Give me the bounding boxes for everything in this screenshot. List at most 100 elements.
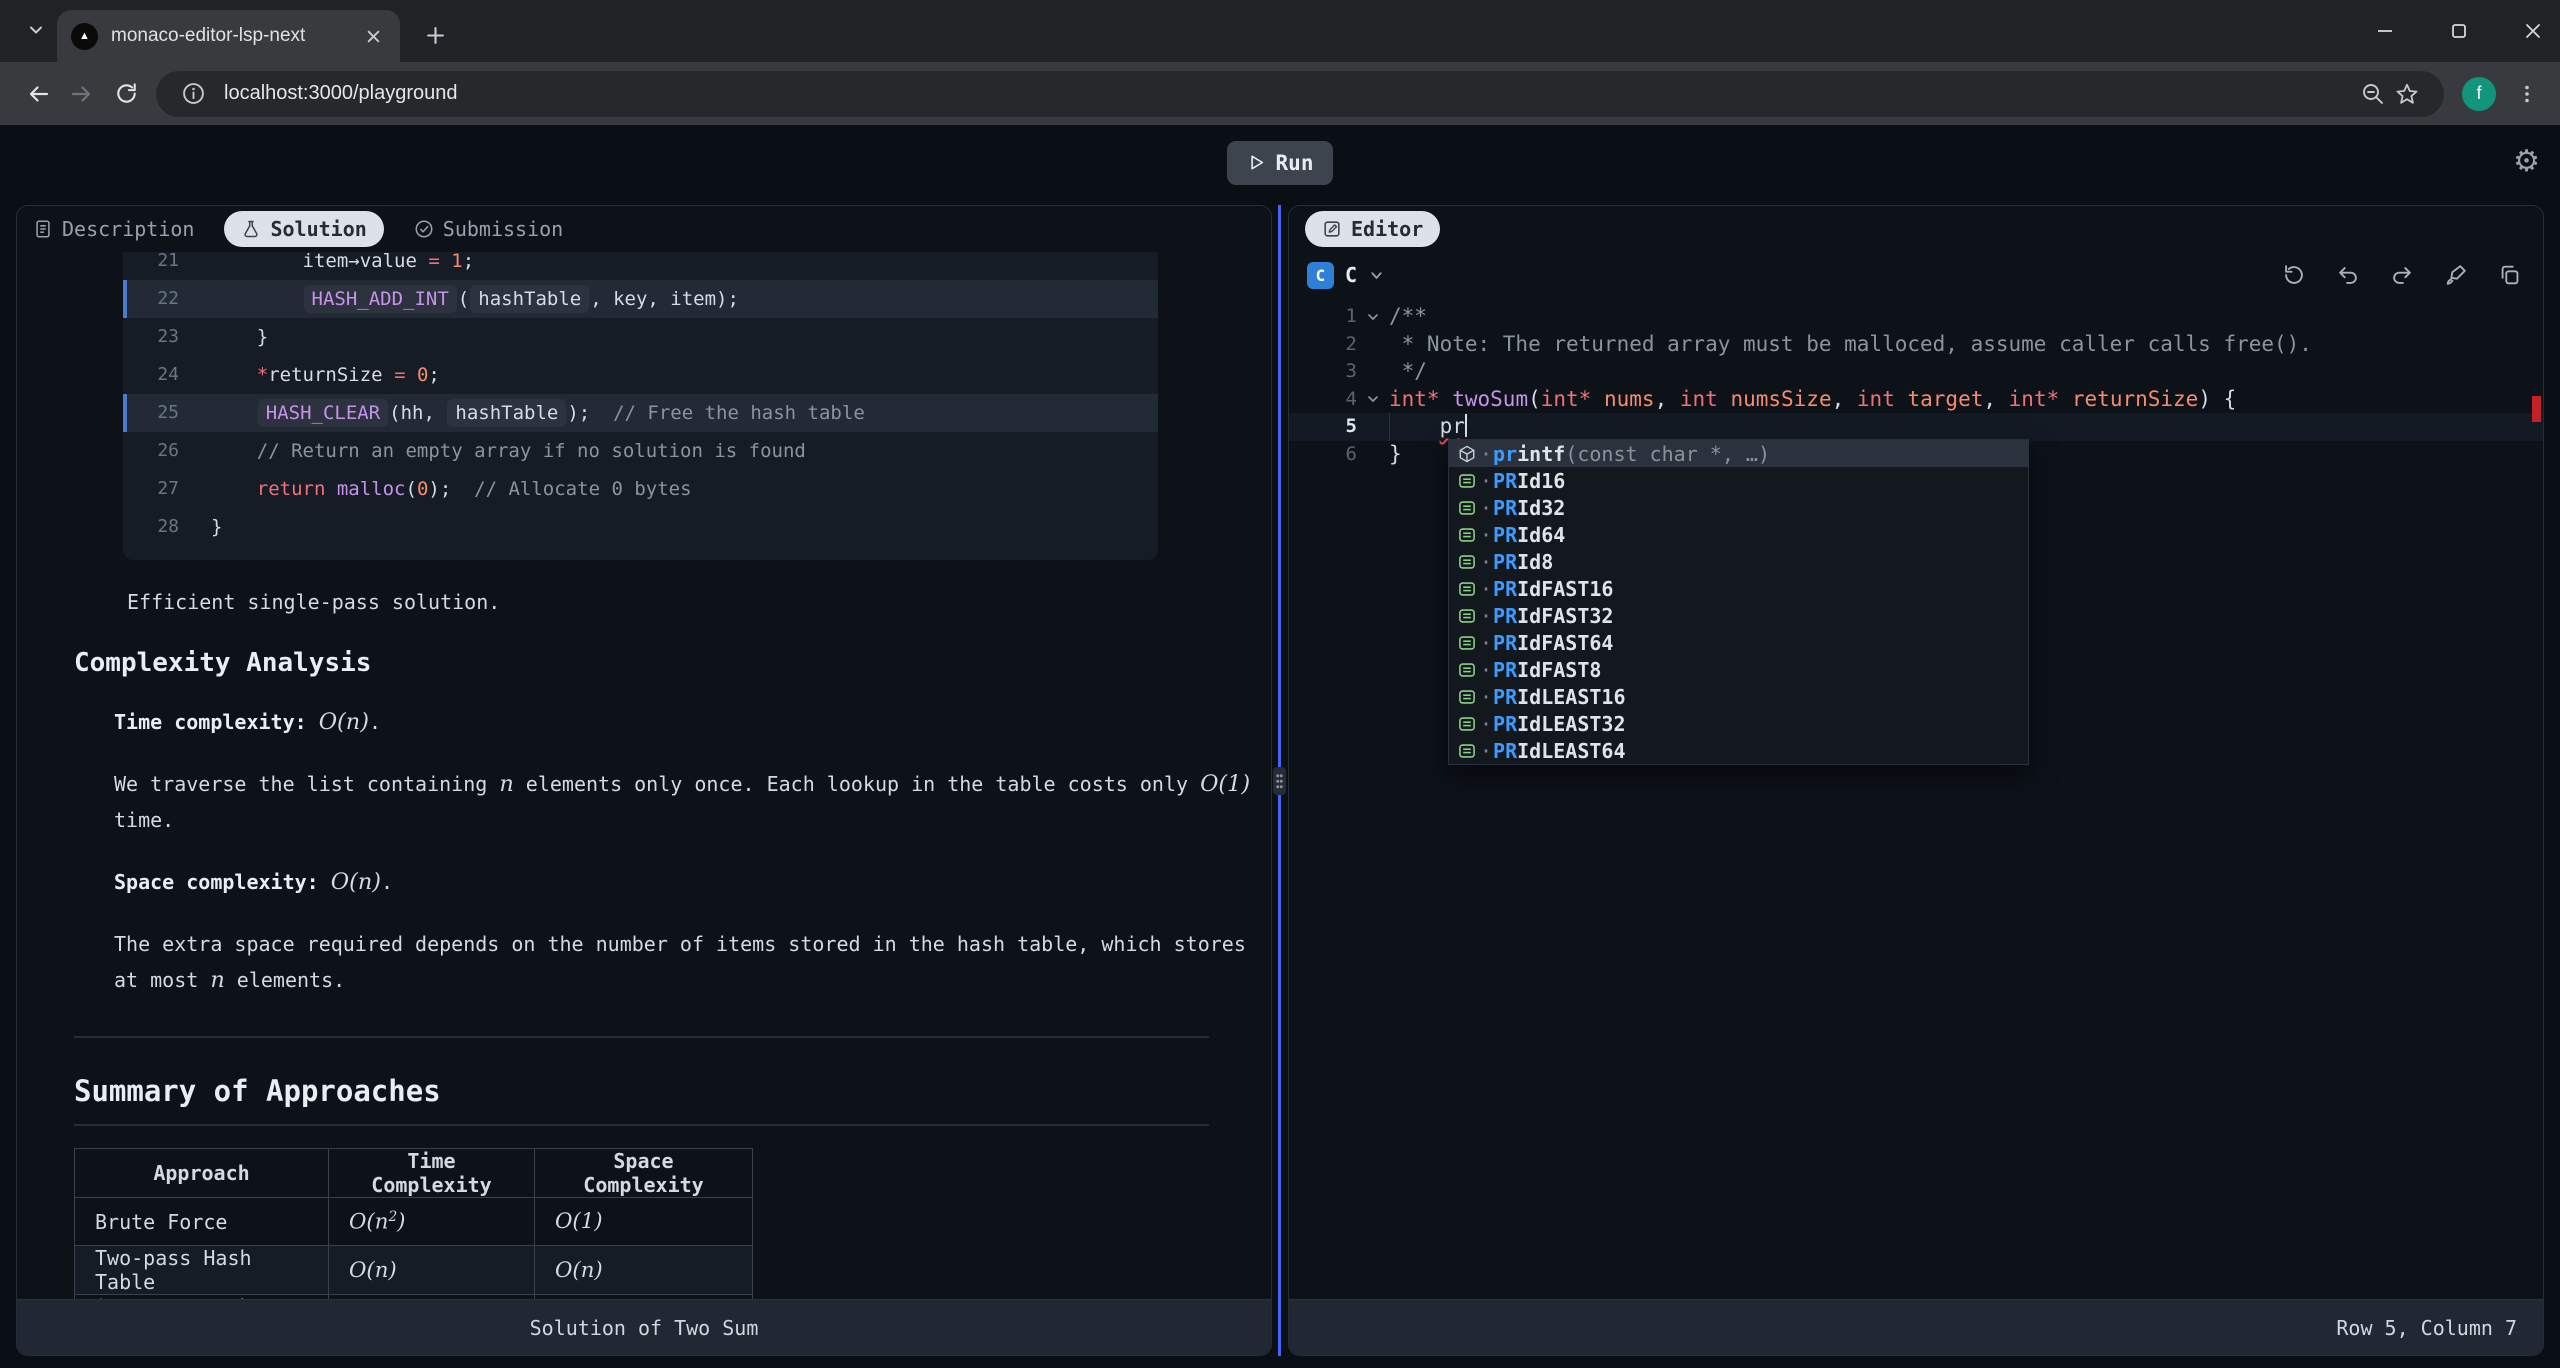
tab-close-button[interactable] <box>360 23 386 49</box>
editor-line-number: 3 <box>1295 358 1357 386</box>
suggest-bullet: · <box>1480 442 1492 466</box>
editor-line-5[interactable]: 5 pr <box>1289 413 2543 441</box>
minimize-button[interactable] <box>2372 18 2398 44</box>
browser-chrome: ▲ monaco-editor-lsp-next <box>0 0 2560 125</box>
arrow-right-icon <box>68 80 96 108</box>
macro-suggestion-icon <box>1458 472 1480 490</box>
undo-button[interactable] <box>2334 262 2361 289</box>
suggest-item-PRId64[interactable]: ·PRId64 <box>1449 521 2028 548</box>
fold-chevron-icon[interactable] <box>1365 386 1385 414</box>
reload-icon <box>113 80 140 107</box>
browser-menu-button[interactable] <box>2510 77 2544 111</box>
address-bar[interactable]: localhost:3000/playground <box>156 71 2444 117</box>
reset-code-button[interactable] <box>2280 262 2307 289</box>
arrow-left-icon <box>24 80 52 108</box>
check-circle-icon <box>414 219 434 239</box>
format-code-button[interactable] <box>2442 262 2469 289</box>
redo-button[interactable] <box>2388 262 2415 289</box>
macro-suggestion-icon <box>1458 688 1480 706</box>
suggest-item-PRIdLEAST32[interactable]: ·PRIdLEAST32 <box>1449 710 2028 737</box>
text-segment: elements. <box>225 968 345 992</box>
copy-code-button[interactable] <box>2496 262 2523 289</box>
monaco-editor[interactable]: 1/**2 * Note: The returned array must be… <box>1289 298 2543 1299</box>
macro-suggestion-icon <box>1458 580 1480 598</box>
suggest-item-PRId8[interactable]: ·PRId8 <box>1449 548 2028 575</box>
text-segment: malloc <box>337 478 406 500</box>
tab-description[interactable]: Description <box>33 217 194 241</box>
line-number: 26 <box>127 432 179 470</box>
suggest-item-PRId16[interactable]: ·PRId16 <box>1449 467 2028 494</box>
text-segment: Time complexity: <box>114 710 319 734</box>
zoom-out-icon[interactable] <box>2356 77 2390 111</box>
paragraph-extra-space: The extra space required depends on the … <box>114 926 1271 998</box>
fold-chevron-icon[interactable] <box>1365 303 1385 331</box>
autocomplete-dropdown: ·printf(const char *, …)·PRId16·PRId32·P… <box>1448 439 2029 765</box>
editor-line-4[interactable]: 4int* twoSum(int* nums, int numsSize, in… <box>1289 386 2543 414</box>
solution-code-block: 21 item→value = 1;22 HASH_ADD_INT(hashTa… <box>123 252 1158 560</box>
suggest-item-PRIdFAST64[interactable]: ·PRIdFAST64 <box>1449 629 2028 656</box>
editor-line-1[interactable]: 1/** <box>1289 303 2543 331</box>
tab-submission[interactable]: Submission <box>414 217 563 241</box>
editor-code-text: /** <box>1389 303 1427 331</box>
suggest-item-PRIdFAST8[interactable]: ·PRIdFAST8 <box>1449 656 2028 683</box>
run-button[interactable]: Run <box>1227 141 1334 185</box>
tab-search-button[interactable] <box>22 18 50 46</box>
text-segment <box>1440 387 1453 411</box>
suggest-match-text: PR <box>1493 550 1517 574</box>
forward-button[interactable] <box>60 72 104 116</box>
divider-grip-handle[interactable] <box>1273 767 1286 795</box>
tab-solution[interactable]: Solution <box>224 211 383 247</box>
url-text[interactable]: localhost:3000/playground <box>224 82 2356 105</box>
new-tab-button[interactable] <box>420 20 450 50</box>
text-segment <box>1591 387 1604 411</box>
tab-editor[interactable]: Editor <box>1305 211 1440 247</box>
suggest-match-text: PR <box>1493 658 1517 682</box>
table-row: Brute ForceO(n2)O(1) <box>75 1198 753 1246</box>
flask-icon <box>241 219 261 239</box>
text-segment: HASH_ADD_INT <box>304 285 457 313</box>
suggest-item-PRIdLEAST64[interactable]: ·PRIdLEAST64 <box>1449 737 2028 764</box>
window-close-button[interactable] <box>2520 18 2546 44</box>
math-expression: O(n <box>349 1209 388 1234</box>
back-button[interactable] <box>16 72 60 116</box>
text-segment: 0 <box>417 364 428 386</box>
text-segment: hashTable <box>447 399 566 427</box>
text-segment: return <box>257 478 326 500</box>
suggest-label-text: intf <box>1517 442 1565 466</box>
text-segment: . <box>381 870 393 894</box>
bookmark-star-icon[interactable] <box>2390 77 2424 111</box>
tab-description-label: Description <box>62 217 194 241</box>
language-selector[interactable]: C C <box>1307 262 1385 289</box>
time-complexity-cell: O(n) <box>329 1246 535 1295</box>
text-segment: Efficient single-pass solution. <box>127 590 500 614</box>
suggest-item-PRIdLEAST16[interactable]: ·PRIdLEAST16 <box>1449 683 2028 710</box>
text-segment: at most <box>114 968 210 992</box>
language-name: C <box>1345 263 1357 287</box>
browser-tab[interactable]: ▲ monaco-editor-lsp-next <box>57 10 400 62</box>
fold-gutter-spacer <box>1365 413 1385 441</box>
suggest-item-PRIdFAST32[interactable]: ·PRIdFAST32 <box>1449 602 2028 629</box>
editor-line-3[interactable]: 3 */ <box>1289 358 2543 386</box>
reload-button[interactable] <box>104 72 148 116</box>
suggest-item-PRId32[interactable]: ·PRId32 <box>1449 494 2028 521</box>
suggest-item-PRIdFAST16[interactable]: ·PRIdFAST16 <box>1449 575 2028 602</box>
maximize-button[interactable] <box>2446 18 2472 44</box>
table-row: One-pass Hash TableO(n)O(n) <box>75 1295 753 1300</box>
suggest-item-printf[interactable]: ·printf(const char *, …) <box>1449 440 2028 467</box>
panel-resize-divider[interactable] <box>1272 205 1288 1356</box>
problem-footer: Solution of Two Sum <box>17 1299 1271 1355</box>
math-expression: n <box>499 771 513 797</box>
profile-avatar[interactable]: f <box>2462 77 2496 111</box>
suggest-signature: (const char *, …) <box>1565 442 1770 466</box>
settings-gear-icon[interactable]: ⚙ <box>2513 143 2540 181</box>
suggest-match-text: PR <box>1493 496 1517 520</box>
editor-line-2[interactable]: 2 * Note: The returned array must be mal… <box>1289 331 2543 359</box>
code-line-27: 27 return malloc(0); // Allocate 0 bytes <box>123 470 1158 508</box>
site-info-icon[interactable] <box>176 77 210 111</box>
text-segment: // Allocate 0 bytes <box>451 478 691 500</box>
text-segment: ; <box>428 364 439 386</box>
tab-submission-label: Submission <box>443 217 563 241</box>
solution-markdown: 21 item→value = 1;22 HASH_ADD_INT(hashTa… <box>17 252 1271 1299</box>
fold-gutter-spacer <box>1365 331 1385 359</box>
c-language-icon: C <box>1307 262 1334 289</box>
